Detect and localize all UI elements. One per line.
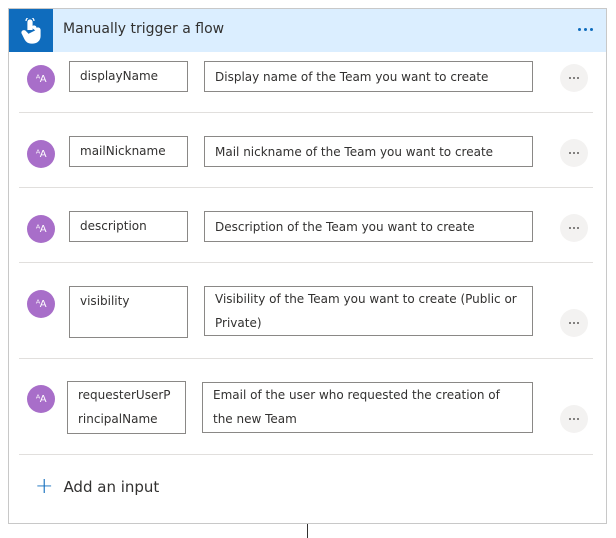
row-more-options-icon[interactable] <box>560 139 588 167</box>
trigger-icon-box <box>9 9 53 52</box>
trigger-header[interactable]: Manually trigger a flow <box>9 9 606 52</box>
trigger-card: Manually trigger a flow ᴬA displayName D… <box>8 8 607 524</box>
row-more-options-icon[interactable] <box>560 214 588 242</box>
trigger-title: Manually trigger a flow <box>63 21 225 37</box>
input-description-field[interactable]: Display name of the Team you want to cre… <box>204 61 533 92</box>
input-description-field[interactable]: Description of the Team you want to crea… <box>204 211 533 242</box>
row-more-options-icon[interactable] <box>560 64 588 92</box>
row-divider <box>19 358 593 359</box>
input-name-field[interactable]: description <box>69 211 188 242</box>
input-name-field[interactable]: visibility <box>69 286 188 338</box>
input-description-field[interactable]: Email of the user who requested the crea… <box>202 382 533 433</box>
add-input-button[interactable]: + Add an input <box>35 474 160 499</box>
row-divider <box>19 112 593 113</box>
text-input-type-icon: ᴬA <box>27 215 55 243</box>
row-divider <box>19 454 593 455</box>
input-name-field[interactable]: requesterUserPrincipalName <box>67 381 186 434</box>
row-divider <box>19 187 593 188</box>
input-name-field[interactable]: displayName <box>69 61 188 92</box>
ellipsis-icon[interactable] <box>573 17 597 41</box>
row-more-options-icon[interactable] <box>560 309 588 337</box>
row-divider <box>19 262 593 263</box>
touch-hand-icon <box>21 17 41 44</box>
row-more-options-icon[interactable] <box>560 405 588 433</box>
input-description-field[interactable]: Visibility of the Team you want to creat… <box>204 286 533 336</box>
text-input-type-icon: ᴬA <box>27 65 55 93</box>
plus-icon: + <box>35 474 54 499</box>
input-name-field[interactable]: mailNickname <box>69 136 188 167</box>
text-input-type-icon: ᴬA <box>27 290 55 318</box>
add-input-label: Add an input <box>63 478 160 496</box>
text-input-type-icon: ᴬA <box>27 385 55 413</box>
flow-connector-line <box>307 524 308 538</box>
text-input-type-icon: ᴬA <box>27 140 55 168</box>
input-description-field[interactable]: Mail nickname of the Team you want to cr… <box>204 136 533 167</box>
